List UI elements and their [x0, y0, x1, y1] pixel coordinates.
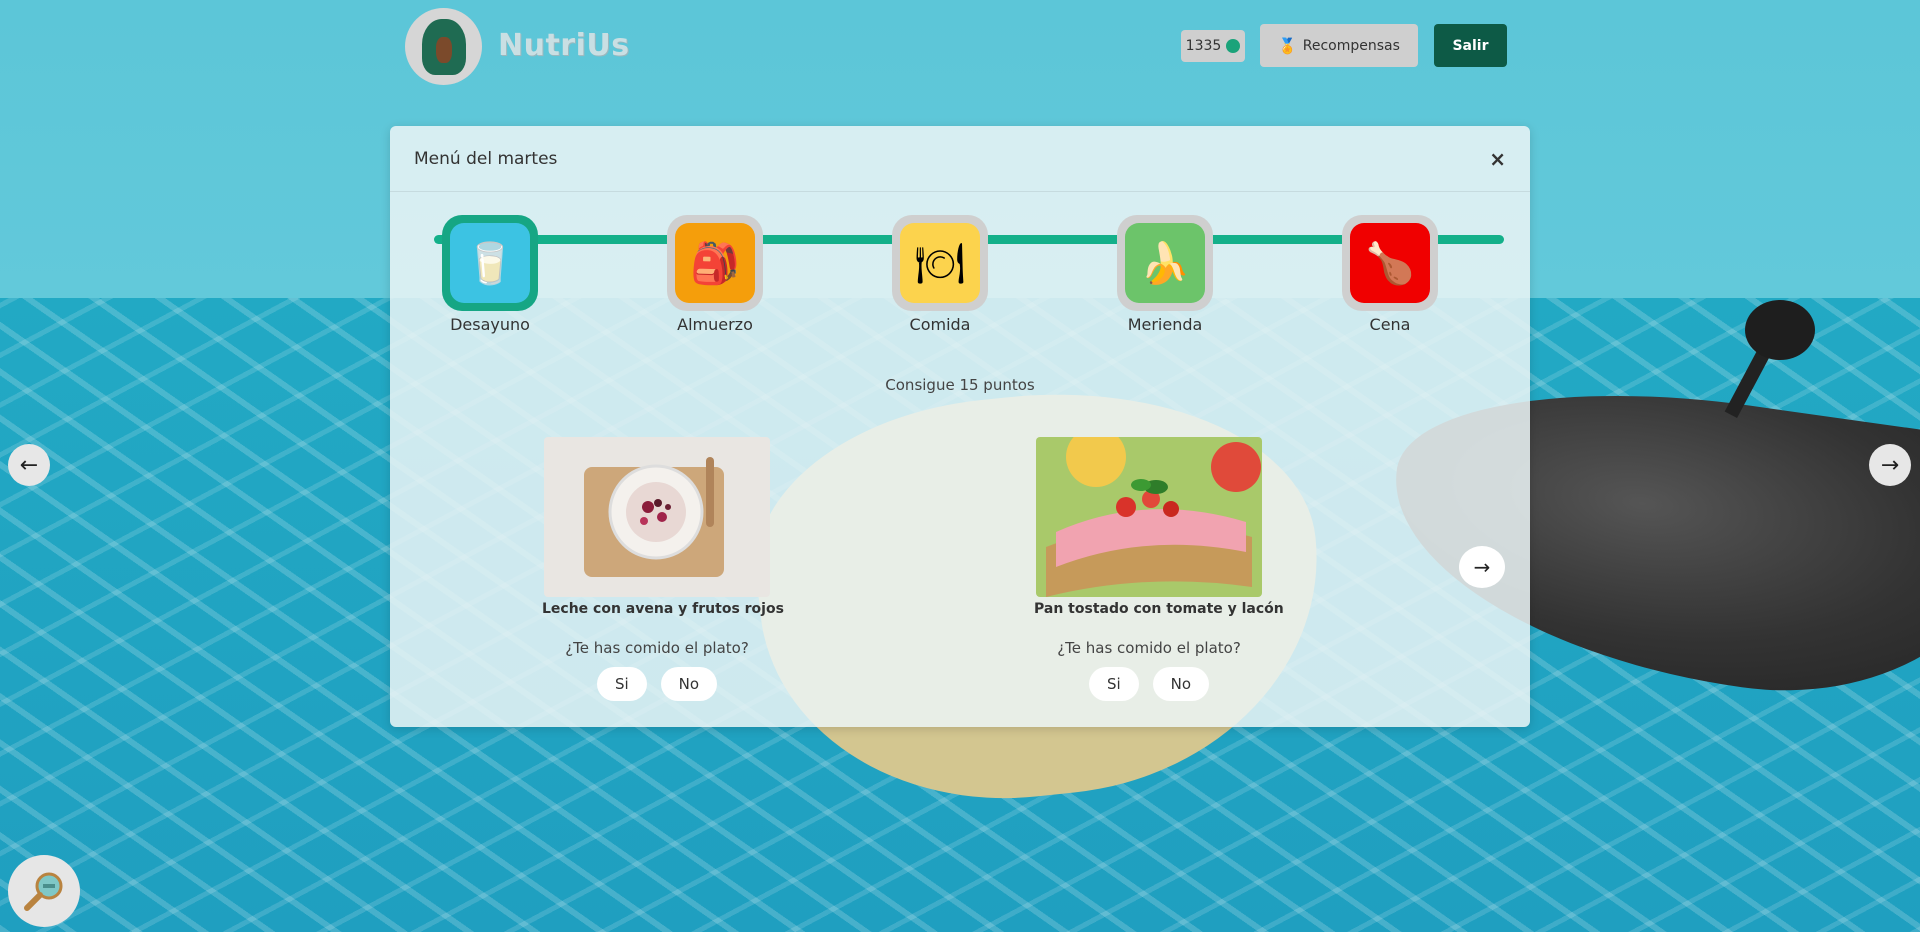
- breakfast-icon: 🥛: [450, 223, 530, 303]
- brand-name: NutriUs: [498, 28, 630, 63]
- meal-label: Cena: [1369, 315, 1411, 334]
- next-dishes-button[interactable]: →: [1459, 546, 1505, 588]
- meal-tile: 🥛: [442, 215, 538, 311]
- coin-icon: [1226, 39, 1241, 53]
- answer-buttons: Si No: [542, 667, 772, 701]
- dish-question: ¿Te has comido el plato?: [565, 639, 749, 657]
- meal-label: Merienda: [1127, 315, 1203, 334]
- meal-label: Comida: [909, 315, 971, 334]
- medal-icon: 🏅: [1278, 36, 1297, 55]
- no-button[interactable]: No: [1152, 667, 1210, 701]
- dish-card: Leche con avena y frutos rojos ¿Te has c…: [542, 437, 784, 701]
- dish-name: Leche con avena y frutos rojos: [542, 601, 784, 617]
- meal-tile: 🍌: [1117, 215, 1213, 311]
- plate-icon: 🍽: [900, 223, 980, 303]
- modal-title: Menú del martes: [414, 148, 558, 169]
- answer-buttons: Si No: [1034, 667, 1264, 701]
- dish-image: [1036, 437, 1262, 597]
- dish-name: Pan tostado con tomate y lacón: [1034, 601, 1284, 617]
- points-goal: Consigue 15 puntos: [885, 376, 1035, 394]
- logo[interactable]: [405, 8, 482, 85]
- modal-header: Menú del martes ×: [390, 126, 1530, 192]
- arrow-left-icon: ←: [19, 452, 39, 478]
- tree-top: [1745, 300, 1815, 360]
- dish-card: Pan tostado con tomate y lacón ¿Te has c…: [1034, 437, 1284, 701]
- next-day-button[interactable]: →: [1869, 444, 1911, 486]
- meal-tile: 🍽: [892, 215, 988, 311]
- meal-label: Almuerzo: [677, 315, 753, 334]
- arrow-right-icon: →: [1880, 452, 1900, 478]
- meal-desayuno[interactable]: 🥛 Desayuno: [430, 215, 550, 334]
- points-counter: 1335: [1181, 30, 1245, 62]
- arrow-right-icon: →: [1473, 555, 1491, 579]
- dish-question: ¿Te has comido el plato?: [1057, 639, 1241, 657]
- meal-comida[interactable]: 🍽 Comida: [880, 215, 1000, 334]
- menu-modal: Menú del martes × 🥛 Desayuno 🎒 Almuerzo …: [390, 126, 1530, 727]
- zoom-button[interactable]: [8, 855, 80, 927]
- rewards-button[interactable]: 🏅 Recompensas: [1260, 24, 1418, 67]
- prev-day-button[interactable]: ←: [8, 444, 50, 486]
- magnifier-icon: [24, 872, 63, 911]
- no-button[interactable]: No: [660, 667, 718, 701]
- meal-tile: 🎒: [667, 215, 763, 311]
- meal-merienda[interactable]: 🍌 Merienda: [1105, 215, 1225, 334]
- dinner-icon: 🍗: [1350, 223, 1430, 303]
- dish-image: [544, 437, 770, 597]
- meal-label: Desayuno: [450, 315, 530, 334]
- yes-button[interactable]: Si: [596, 667, 647, 701]
- lunchbox-icon: 🎒: [675, 223, 755, 303]
- banana-icon: 🍌: [1125, 223, 1205, 303]
- points-value: 1335: [1185, 38, 1222, 54]
- top-header: NutriUs 1335 🏅 Recompensas Salir: [0, 0, 1920, 92]
- exit-button[interactable]: Salir: [1434, 24, 1507, 67]
- meal-almuerzo[interactable]: 🎒 Almuerzo: [655, 215, 775, 334]
- rewards-label: Recompensas: [1302, 37, 1400, 54]
- meal-tile: 🍗: [1342, 215, 1438, 311]
- yes-button[interactable]: Si: [1088, 667, 1139, 701]
- meal-cena[interactable]: 🍗 Cena: [1330, 215, 1450, 334]
- mascot-icon: [421, 18, 466, 75]
- close-button[interactable]: ×: [1489, 147, 1506, 171]
